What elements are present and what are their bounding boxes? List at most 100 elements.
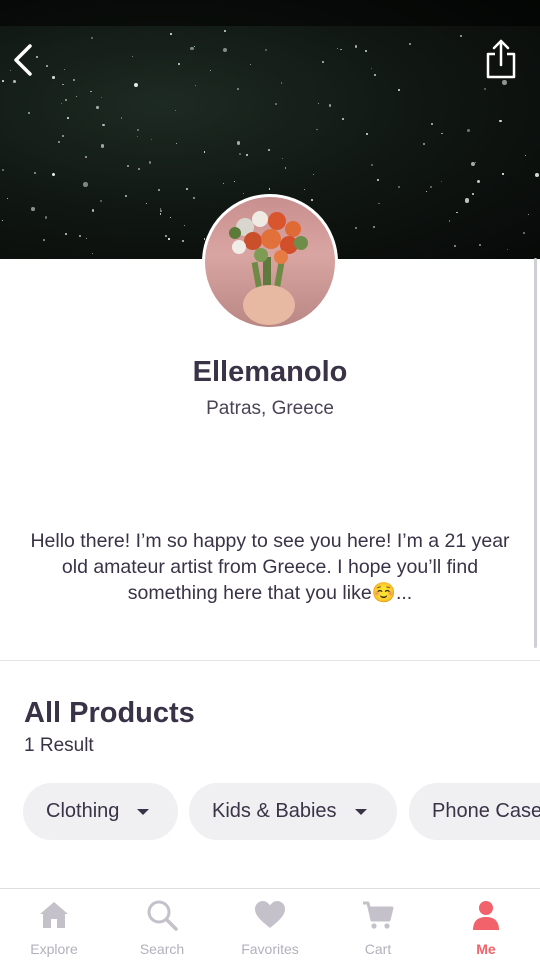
- star-dot: [483, 88, 487, 91]
- star-dot: [429, 185, 432, 189]
- filter-chip-label: Clothing: [46, 800, 120, 822]
- tab-favorites[interactable]: Favorites: [216, 889, 324, 960]
- tab-label: Favorites: [241, 941, 299, 957]
- star-dot: [441, 132, 443, 135]
- star-dot: [190, 46, 194, 50]
- tab-cart[interactable]: Cart: [324, 889, 432, 960]
- star-dot: [6, 198, 9, 200]
- star-dot: [210, 69, 212, 71]
- star-dot: [312, 174, 314, 176]
- filter-chip-kids-babies[interactable]: Kids & Babies: [189, 783, 397, 840]
- star-dot: [52, 76, 55, 79]
- star-dot: [431, 123, 433, 126]
- star-dot: [1, 219, 3, 222]
- star-dot: [174, 109, 176, 111]
- star-dot: [145, 202, 148, 204]
- cart-icon: [363, 901, 394, 929]
- back-button[interactable]: [8, 40, 38, 80]
- filter-chip-label: Phone Case: [432, 800, 540, 822]
- star-dot: [371, 68, 373, 70]
- star-dot: [281, 157, 284, 160]
- tab-search[interactable]: Search: [108, 889, 216, 960]
- star-dot: [79, 235, 81, 238]
- star-dot: [64, 232, 67, 235]
- star-dot: [136, 136, 139, 138]
- star-dot: [355, 227, 357, 229]
- star-dot: [175, 143, 177, 145]
- star-dot: [448, 220, 451, 223]
- star-dot: [31, 207, 35, 211]
- star-dot: [365, 49, 368, 52]
- star-dot: [150, 139, 153, 141]
- star-dot: [321, 60, 325, 64]
- star-dot: [194, 85, 196, 87]
- star-dot: [525, 154, 527, 156]
- star-dot: [374, 73, 377, 77]
- star-dot: [170, 32, 172, 35]
- caret-down-icon: [137, 808, 150, 815]
- star-dot: [239, 153, 241, 156]
- star-dot: [342, 118, 345, 121]
- scrollbar[interactable]: [534, 258, 537, 648]
- tab-explore[interactable]: Explore: [0, 889, 108, 960]
- flower-bouquet-image: [229, 211, 308, 325]
- tab-me[interactable]: Me: [432, 889, 540, 960]
- star-dot: [99, 200, 103, 203]
- star-dot: [182, 240, 185, 243]
- star-dot: [157, 188, 161, 191]
- home-icon: [40, 902, 68, 928]
- star-dot: [186, 188, 188, 190]
- star-dot: [328, 104, 332, 107]
- star-dot: [522, 231, 525, 234]
- star-dot: [83, 182, 88, 187]
- star-dot: [373, 225, 376, 229]
- star-dot: [336, 47, 338, 49]
- star-dot: [378, 202, 381, 205]
- filter-chip-phone-case[interactable]: Phone Case: [409, 783, 540, 840]
- star-dot: [222, 47, 228, 53]
- star-dot: [102, 123, 105, 126]
- star-dot: [355, 45, 358, 48]
- caret-down-icon: [354, 808, 367, 815]
- star-dot: [472, 193, 474, 195]
- share-button[interactable]: [484, 38, 518, 80]
- star-dot: [1, 79, 4, 82]
- result-count: 1 Result: [24, 735, 94, 756]
- star-dot: [237, 88, 239, 90]
- star-dot: [422, 142, 425, 145]
- star-dot: [340, 48, 342, 51]
- avatar: [202, 194, 338, 330]
- share-icon: [486, 39, 516, 79]
- star-dot: [33, 171, 36, 174]
- star-dot: [397, 185, 400, 188]
- star-dot: [316, 128, 318, 131]
- star-dot: [527, 213, 530, 216]
- star-dot: [280, 82, 282, 84]
- star-dot: [502, 80, 508, 85]
- tab-label: Me: [476, 941, 496, 957]
- tab-label: Explore: [30, 941, 78, 957]
- star-dot: [476, 179, 481, 184]
- star-dot: [168, 238, 170, 240]
- star-dot: [64, 98, 67, 101]
- star-dot: [425, 190, 428, 192]
- star-dot: [366, 132, 369, 135]
- profile-location: Patras, Greece: [206, 398, 334, 419]
- star-dot: [183, 224, 186, 227]
- star-dot: [73, 79, 76, 81]
- star-dot: [398, 88, 401, 91]
- star-dot: [456, 212, 458, 214]
- star-dot: [284, 167, 287, 169]
- star-dot: [466, 128, 471, 133]
- star-dot: [159, 209, 162, 212]
- star-dot: [159, 208, 162, 210]
- star-dot: [61, 134, 65, 138]
- star-dot: [440, 180, 443, 182]
- heart-icon: [255, 901, 285, 928]
- filter-chip-clothing[interactable]: Clothing: [23, 783, 178, 840]
- star-dot: [194, 45, 196, 47]
- star-dot: [66, 116, 69, 119]
- tab-label: Cart: [364, 941, 392, 957]
- star-dot: [92, 252, 94, 255]
- filter-chips: Clothing Kids & Babies Phone Case: [23, 783, 540, 840]
